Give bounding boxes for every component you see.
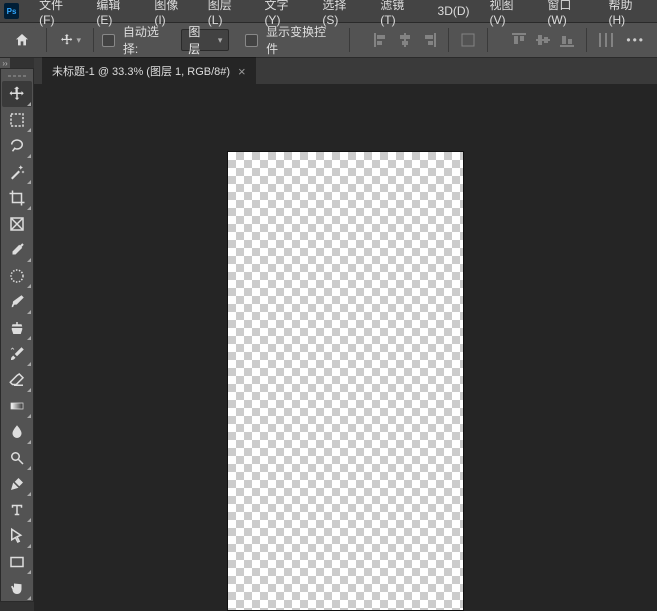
expand-panels-button[interactable]: ›› (0, 58, 10, 68)
document-area: 未标题-1 @ 33.3% (图层 1, RGB/8#) × (34, 58, 657, 611)
chevron-down-icon: ▾ (218, 35, 223, 46)
align-right-button[interactable] (418, 29, 440, 51)
align-bottom-button[interactable] (556, 29, 578, 51)
align-dropdown[interactable] (457, 29, 479, 51)
more-options-button[interactable]: ••• (620, 33, 651, 47)
healing-brush-tool[interactable] (2, 263, 32, 289)
marquee-tool[interactable] (2, 107, 32, 133)
crop-tool[interactable] (2, 185, 32, 211)
auto-select-label: 自动选择: (123, 23, 174, 57)
separator (46, 28, 47, 52)
blur-tool[interactable] (2, 419, 32, 445)
close-tab-button[interactable]: × (238, 64, 246, 79)
document-tabbar: 未标题-1 @ 33.3% (图层 1, RGB/8#) × (34, 58, 657, 84)
chevron-down-icon: ▾ (77, 35, 82, 46)
menu-filter[interactable]: 滤镜(T) (370, 0, 427, 30)
show-transform-checkbox[interactable] (245, 34, 258, 47)
gradient-tool[interactable] (2, 393, 32, 419)
separator (586, 28, 587, 52)
pen-tool[interactable] (2, 471, 32, 497)
align-top-button[interactable] (508, 29, 530, 51)
align-vcenter-button[interactable] (532, 29, 554, 51)
document-canvas[interactable] (228, 152, 463, 610)
toolbox (0, 68, 34, 602)
toolbox-grip[interactable] (1, 73, 33, 79)
align-group-horizontal (370, 29, 440, 51)
separator (93, 28, 94, 52)
menu-view[interactable]: 视图(V) (480, 0, 538, 30)
distribute-button[interactable] (595, 29, 617, 51)
home-button[interactable] (6, 27, 38, 53)
frame-tool[interactable] (2, 211, 32, 237)
rectangle-tool[interactable] (2, 549, 32, 575)
lasso-tool[interactable] (2, 133, 32, 159)
workspace: ›› 未标题-1 @ 33.3 (0, 58, 657, 611)
auto-select-dropdown[interactable]: 图层 ▾ (181, 29, 229, 51)
document-tab-title: 未标题-1 @ 33.3% (图层 1, RGB/8#) (52, 63, 230, 79)
hand-tool[interactable] (2, 575, 32, 601)
auto-select-value: 图层 (188, 23, 212, 57)
home-icon (14, 32, 30, 48)
history-brush-tool[interactable] (2, 341, 32, 367)
align-hcenter-button[interactable] (394, 29, 416, 51)
move-icon (59, 32, 75, 48)
show-transform-label: 显示变换控件 (266, 23, 337, 57)
menu-file[interactable]: 文件(F) (29, 0, 86, 30)
menu-help[interactable]: 帮助(H) (598, 0, 657, 30)
eraser-tool[interactable] (2, 367, 32, 393)
separator (487, 28, 488, 52)
canvas-viewport[interactable] (34, 84, 657, 611)
auto-select-checkbox[interactable] (102, 34, 115, 47)
ps-logo-icon: Ps (4, 3, 19, 19)
separator (349, 28, 350, 52)
path-selection-tool[interactable] (2, 523, 32, 549)
eyedropper-tool[interactable] (2, 237, 32, 263)
separator (448, 28, 449, 52)
document-tab[interactable]: 未标题-1 @ 33.3% (图层 1, RGB/8#) × (42, 57, 256, 84)
menu-window[interactable]: 窗口(W) (537, 0, 598, 30)
align-left-button[interactable] (370, 29, 392, 51)
menu-3d[interactable]: 3D(D) (428, 1, 480, 21)
menu-bar: Ps 文件(F) 编辑(E) 图像(I) 图层(L) 文字(Y) 选择(S) 滤… (0, 0, 657, 22)
tool-preset-picker[interactable]: ▾ (55, 32, 86, 48)
type-tool[interactable] (2, 497, 32, 523)
clone-stamp-tool[interactable] (2, 315, 32, 341)
magic-wand-tool[interactable] (2, 159, 32, 185)
dodge-tool[interactable] (2, 445, 32, 471)
brush-tool[interactable] (2, 289, 32, 315)
move-tool[interactable] (2, 81, 32, 107)
align-group-vertical (508, 29, 578, 51)
